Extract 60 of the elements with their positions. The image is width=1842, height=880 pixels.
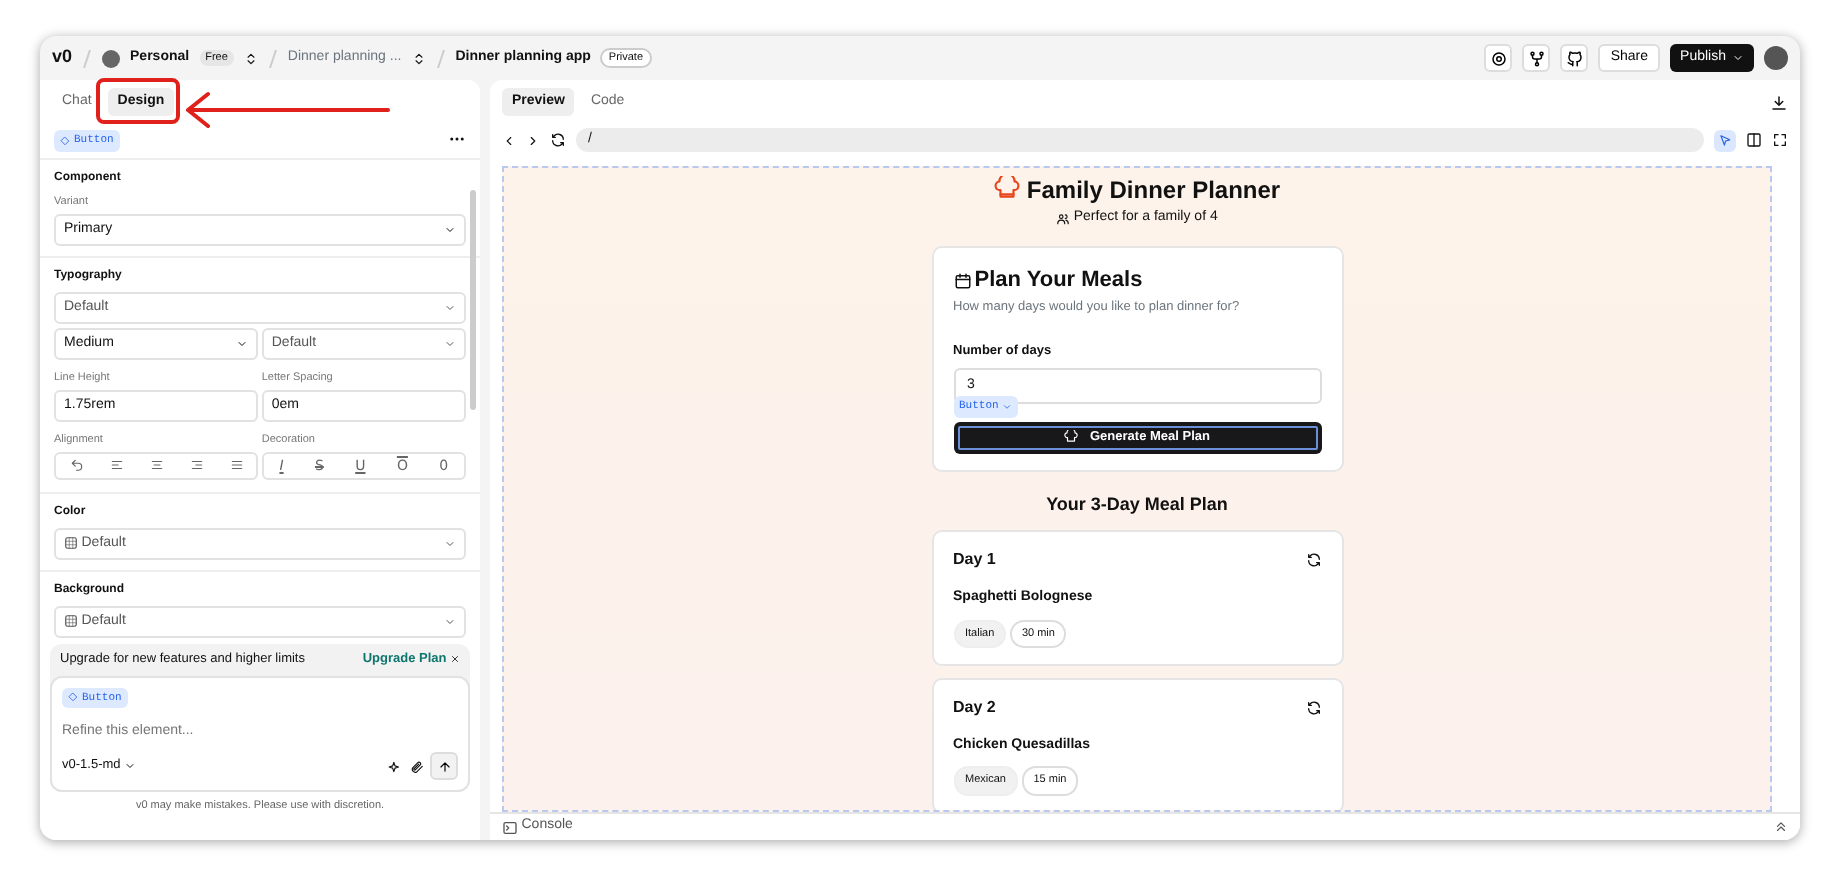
plan-heading: Your 3-Day Meal Plan: [1046, 491, 1228, 518]
chevron-down-icon: [1732, 52, 1744, 64]
settings-button[interactable]: [1484, 44, 1513, 72]
align-justify-icon[interactable]: [229, 458, 244, 473]
sparkle-icon[interactable]: [388, 759, 402, 774]
chevron-updown-icon[interactable]: [243, 51, 258, 65]
github-icon: [1565, 49, 1584, 67]
chevron-down-icon: [444, 537, 456, 550]
day-title: Day 1: [953, 548, 996, 572]
fork-icon: [1527, 49, 1546, 67]
console-icon: [502, 819, 518, 835]
highlight-frame: [96, 78, 180, 124]
undo-icon[interactable]: [69, 458, 83, 473]
align-right-icon[interactable]: [189, 458, 204, 473]
chef-hat-icon: [1064, 430, 1078, 444]
expand-up-icon[interactable]: [1774, 820, 1788, 834]
card-title: Plan Your Meals: [974, 266, 1143, 297]
chevron-down-icon: [444, 615, 456, 628]
avatar-circle: [102, 49, 121, 67]
back-icon[interactable]: [502, 133, 516, 147]
arrow-up-icon: [437, 759, 451, 774]
diamond-icon: [68, 692, 78, 703]
day-title: Day 2: [953, 695, 996, 720]
split-view-icon[interactable]: [1746, 132, 1762, 148]
people-icon: [1056, 211, 1071, 225]
chef-hat-icon: [993, 176, 1020, 203]
chevron-down-icon: [444, 224, 456, 237]
chevron-updown-icon[interactable]: [411, 51, 426, 65]
close-icon[interactable]: [450, 654, 460, 665]
github-button[interactable]: [1560, 44, 1589, 72]
align-left-icon[interactable]: [109, 458, 124, 473]
inspect-toggle[interactable]: [1714, 129, 1736, 151]
settings-icon: [1489, 49, 1508, 67]
chevron-down-icon: [124, 760, 137, 773]
send-button[interactable]: [430, 752, 458, 781]
scrollbar[interactable]: [470, 190, 476, 410]
chevron-down-icon: [236, 337, 249, 350]
breadcrumb-separator-icon: [82, 49, 93, 67]
refresh-icon[interactable]: [1305, 552, 1321, 568]
app-title: Family Dinner Planner: [1026, 173, 1281, 208]
avatar-circle[interactable]: [1764, 46, 1788, 70]
download-icon[interactable]: [1770, 93, 1788, 111]
fork-button[interactable]: [1522, 44, 1551, 72]
fullscreen-icon[interactable]: [1772, 132, 1788, 148]
calendar-icon: [953, 272, 971, 290]
checker-swatch-icon: [64, 614, 78, 629]
checker-swatch-icon: [64, 536, 78, 551]
breadcrumb-separator-icon: [267, 49, 278, 67]
logo[interactable]: v0: [52, 44, 73, 72]
refresh-icon[interactable]: [550, 132, 566, 148]
cursor-icon: [1718, 133, 1732, 147]
forward-icon[interactable]: [526, 133, 540, 147]
align-center-icon[interactable]: [149, 458, 164, 473]
paperclip-icon[interactable]: [409, 759, 423, 774]
diamond-icon: [60, 135, 70, 146]
chevron-down-icon: [444, 337, 456, 350]
refresh-icon[interactable]: [1305, 699, 1321, 716]
chevron-down-icon: [1002, 401, 1013, 412]
breadcrumb-separator-icon: [435, 49, 446, 67]
chevron-down-icon: [444, 302, 456, 315]
